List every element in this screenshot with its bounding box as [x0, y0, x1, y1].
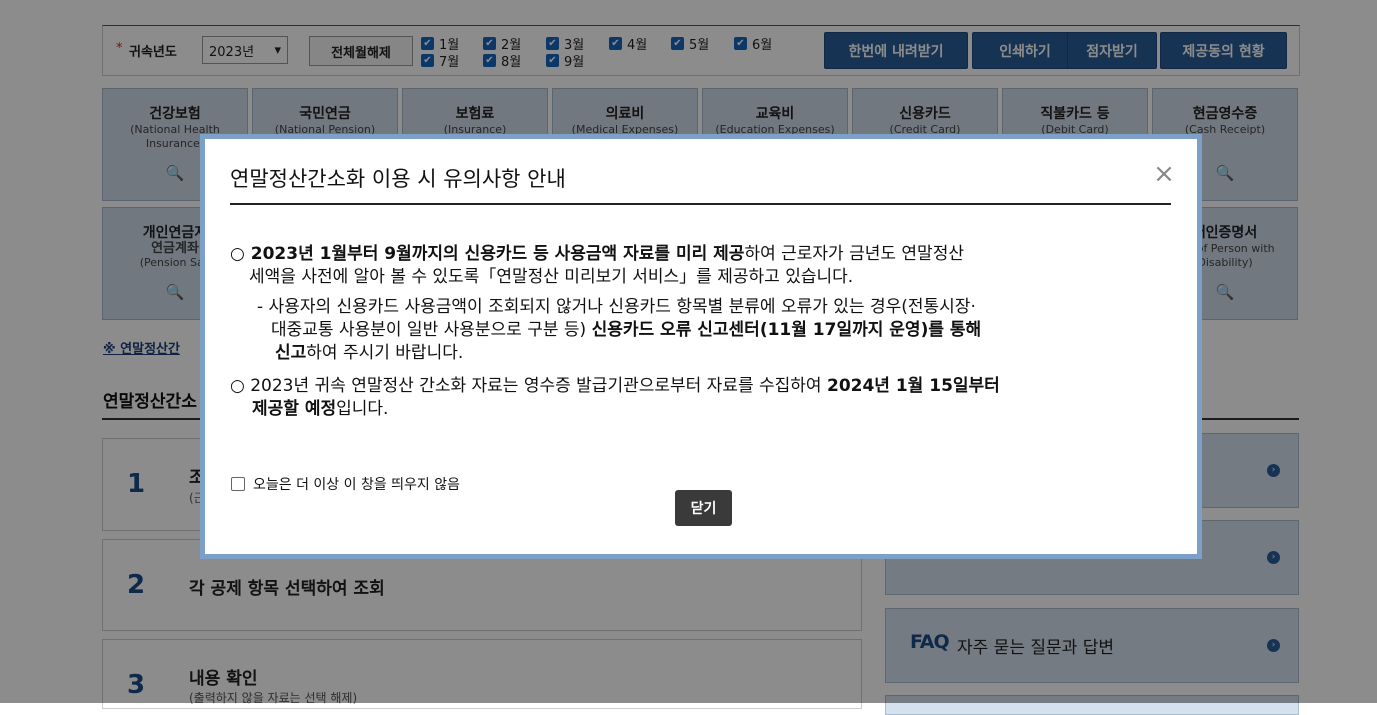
notice-detail-line2: 대중교통 사용분이 일반 사용분으로 구분 등) 신용카드 오류 신고센터(11…	[271, 320, 982, 340]
notice-paragraph-1-line2: 세액을 사전에 알아 볼 수 있도록「연말정산 미리보기 서비스」를 제공하고 …	[249, 267, 854, 287]
checkbox-unchecked-icon[interactable]	[231, 477, 245, 491]
notice-paragraph-1: ○ 2023년 1월부터 9월까지의 신용카드 등 사용금액 자료를 미리 제공…	[230, 244, 964, 264]
notice-detail-line1: - 사용자의 신용카드 사용금액이 조회되지 않거나 신용카드 항목별 분류에 …	[257, 297, 976, 317]
close-icon[interactable]: ×	[1153, 161, 1175, 187]
notice-paragraph-2-line2: 제공할 예정입니다.	[252, 399, 389, 419]
notice-paragraph-2: ○ 2023년 귀속 연말정산 간소화 자료는 영수증 발급기관으로부터 자료를…	[230, 376, 1000, 396]
dont-show-today-label: 오늘은 더 이상 이 창을 띄우지 않음	[253, 477, 461, 493]
dont-show-today-checkbox[interactable]: 오늘은 더 이상 이 창을 띄우지 않음	[231, 474, 460, 494]
close-button[interactable]: 닫기	[675, 490, 732, 526]
modal-title-divider	[230, 203, 1171, 205]
notice-modal: 연말정산간소화 이용 시 유의사항 안내 × ○ 2023년 1월부터 9월까지…	[200, 134, 1202, 559]
modal-title: 연말정산간소화 이용 시 유의사항 안내	[230, 167, 566, 191]
notice-detail-line3: 신고하여 주시기 바랍니다.	[275, 343, 464, 363]
